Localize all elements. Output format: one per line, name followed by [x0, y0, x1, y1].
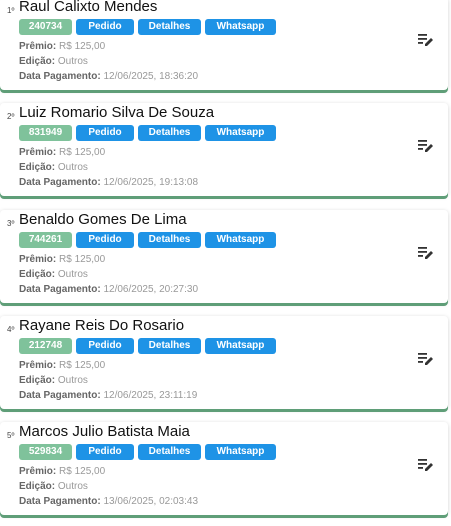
winner-name: Benaldo Gomes De Lima [19, 211, 187, 228]
edit-note-icon[interactable] [418, 139, 434, 153]
data-pagamento-label: Data Pagamento: [19, 496, 101, 507]
data-pagamento-value: 12/06/2025, 19:13:08 [103, 177, 198, 188]
edicao-label: Edição: [19, 56, 56, 67]
edit-note-icon[interactable] [418, 33, 434, 47]
ticket-code-badge: 240734 [19, 19, 72, 35]
ticket-code-badge: 212748 [19, 338, 72, 354]
edicao-label: Edição: [19, 162, 56, 173]
whatsapp-button[interactable]: Whatsapp [205, 444, 276, 460]
whatsapp-button[interactable]: Whatsapp [205, 232, 276, 248]
rank-label: 4º [7, 325, 15, 334]
premio-label: Prêmio: [19, 466, 57, 477]
data-pagamento-value: 12/06/2025, 23:11:19 [103, 390, 198, 401]
action-row: 240734 Pedido Detalhes Whatsapp [19, 19, 276, 35]
winner-card: 2º Luiz Romario Silva De Souza 831949 Pe… [0, 103, 448, 196]
edicao-label: Edição: [19, 481, 56, 492]
data-pagamento-value: 13/06/2025, 02:03:43 [103, 496, 198, 507]
pedido-button[interactable]: Pedido [76, 444, 134, 460]
premio-label: Prêmio: [19, 254, 57, 265]
edit-note-icon[interactable] [418, 352, 434, 366]
rank-label: 2º [7, 112, 15, 121]
action-row: 744261 Pedido Detalhes Whatsapp [19, 232, 276, 248]
action-row: 529834 Pedido Detalhes Whatsapp [19, 444, 276, 460]
data-pagamento-label: Data Pagamento: [19, 177, 101, 188]
rank-label: 5º [7, 431, 15, 440]
winner-details: Prêmio: R$ 125,00 Edição: Outros Data Pa… [19, 252, 198, 297]
premio-label: Prêmio: [19, 41, 57, 52]
premio-value: R$ 125,00 [59, 360, 106, 371]
edicao-label: Edição: [19, 375, 56, 386]
ticket-code-badge: 529834 [19, 444, 72, 460]
edicao-value: Outros [57, 269, 88, 280]
premio-value: R$ 125,00 [59, 466, 106, 477]
detalhes-button[interactable]: Detalhes [138, 19, 201, 35]
data-pagamento-label: Data Pagamento: [19, 390, 101, 401]
pedido-button[interactable]: Pedido [76, 232, 134, 248]
winner-card: 5º Marcos Julio Batista Maia 529834 Pedi… [0, 422, 448, 515]
premio-label: Prêmio: [19, 147, 57, 158]
winner-details: Prêmio: R$ 125,00 Edição: Outros Data Pa… [19, 464, 198, 509]
winner-name: Marcos Julio Batista Maia [19, 423, 190, 440]
pedido-button[interactable]: Pedido [76, 19, 134, 35]
edicao-value: Outros [57, 56, 88, 67]
ticket-code-badge: 831949 [19, 125, 72, 141]
premio-label: Prêmio: [19, 360, 57, 371]
whatsapp-button[interactable]: Whatsapp [205, 338, 276, 354]
detalhes-button[interactable]: Detalhes [138, 338, 201, 354]
whatsapp-button[interactable]: Whatsapp [205, 125, 276, 141]
rank-label: 3º [7, 219, 15, 228]
edit-note-icon[interactable] [418, 458, 434, 472]
edicao-value: Outros [57, 481, 88, 492]
action-row: 831949 Pedido Detalhes Whatsapp [19, 125, 276, 141]
winner-card: 4º Rayane Reis Do Rosario 212748 Pedido … [0, 316, 448, 409]
data-pagamento-label: Data Pagamento: [19, 284, 101, 295]
data-pagamento-label: Data Pagamento: [19, 71, 101, 82]
premio-value: R$ 125,00 [59, 41, 106, 52]
detalhes-button[interactable]: Detalhes [138, 232, 201, 248]
winner-card: 1º Raul Calixto Mendes 240734 Pedido Det… [0, 0, 448, 90]
ticket-code-badge: 744261 [19, 232, 72, 248]
data-pagamento-value: 12/06/2025, 20:27:30 [103, 284, 198, 295]
edit-note-icon[interactable] [418, 246, 434, 260]
whatsapp-button[interactable]: Whatsapp [205, 19, 276, 35]
edicao-value: Outros [57, 162, 88, 173]
winner-details: Prêmio: R$ 125,00 Edição: Outros Data Pa… [19, 145, 198, 190]
winner-name: Rayane Reis Do Rosario [19, 317, 185, 334]
detalhes-button[interactable]: Detalhes [138, 125, 201, 141]
pedido-button[interactable]: Pedido [76, 125, 134, 141]
winner-details: Prêmio: R$ 125,00 Edição: Outros Data Pa… [19, 39, 198, 84]
edicao-value: Outros [57, 375, 88, 386]
data-pagamento-value: 12/06/2025, 18:36:20 [103, 71, 198, 82]
rank-label: 1º [7, 6, 15, 15]
winner-name: Raul Calixto Mendes [19, 0, 158, 15]
edicao-label: Edição: [19, 269, 56, 280]
action-row: 212748 Pedido Detalhes Whatsapp [19, 338, 276, 354]
winner-details: Prêmio: R$ 125,00 Edição: Outros Data Pa… [19, 358, 197, 403]
winner-card: 3º Benaldo Gomes De Lima 744261 Pedido D… [0, 210, 448, 303]
detalhes-button[interactable]: Detalhes [138, 444, 201, 460]
pedido-button[interactable]: Pedido [76, 338, 134, 354]
premio-value: R$ 125,00 [59, 254, 106, 265]
winner-name: Luiz Romario Silva De Souza [19, 104, 215, 121]
premio-value: R$ 125,00 [59, 147, 106, 158]
